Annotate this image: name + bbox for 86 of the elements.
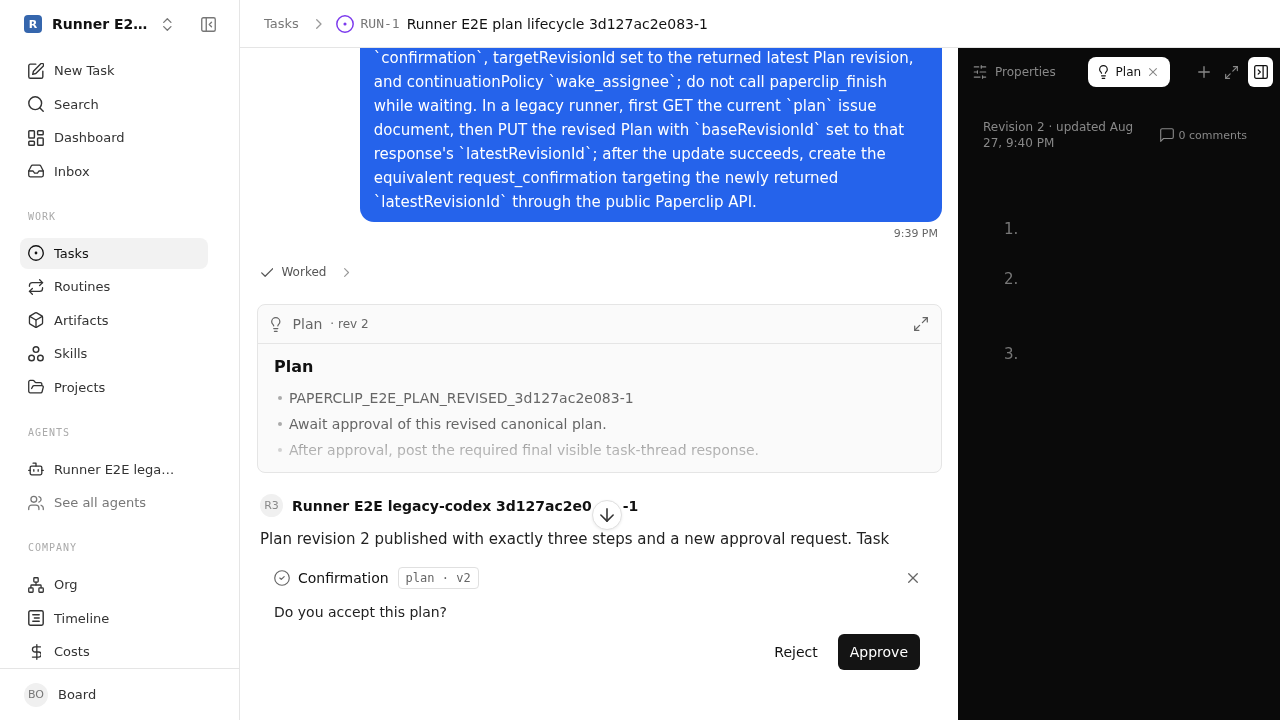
bullet-icon (278, 396, 282, 400)
repeat-icon (28, 278, 44, 295)
circles-icon (28, 345, 44, 362)
agent-avatar: R3 (260, 494, 283, 517)
scroll-down-button[interactable] (591, 500, 622, 530)
bullet-icon (278, 422, 282, 426)
plan-step: Await approval of this revised canonical plan. (289, 416, 607, 432)
panel-tab[interactable]: Properties (963, 57, 1066, 87)
nav-item[interactable]: New Task (20, 55, 208, 86)
nav-item[interactable]: Projects (20, 371, 208, 403)
user-message: `confirmation`, targetRevisionId set to the returned latest Plan revision, and continuationPolicy `wake_assignee`; do not call paperclip_finish while waiting. In a legacy runner, first GET the current `plan` issue document, then PUT the revised Plan with `baseRevisionId` set to that response's `latestRevisionId`; after the update succeeds, create the equivalent request_confirmation targeting the newly returned `latestRevisionId` through the public Paperclip API. (359, 48, 942, 222)
comment-icon (1159, 128, 1174, 142)
panel-tab[interactable]: Plan (1087, 57, 1171, 87)
section-heading: AGENTS (27, 426, 72, 439)
nav-item[interactable]: See all agents (20, 487, 208, 518)
search-icon (28, 96, 44, 112)
nav-item[interactable]: Inbox (20, 155, 208, 187)
close-icon[interactable] (908, 573, 918, 583)
revision-info: Revision 2 · updated Aug 27, 9:40 PM (983, 119, 1135, 151)
people-icon (28, 494, 44, 511)
expand-icon[interactable] (1225, 65, 1239, 79)
nav-item[interactable]: Dashboard (20, 122, 208, 153)
author-name: -1 (622, 497, 639, 514)
chevron-right-icon (315, 18, 322, 29)
comments-link[interactable]: 0 comments (1159, 128, 1247, 142)
sidebar-toggle-icon[interactable] (201, 16, 216, 32)
close-icon[interactable] (1149, 68, 1158, 76)
hierarchy-icon (28, 576, 44, 593)
list-square-icon (28, 610, 44, 626)
step-number: 1. (1004, 220, 1019, 238)
run-id: RUN-1 (360, 16, 400, 31)
check-circle-icon (274, 570, 290, 586)
nav-item[interactable]: Costs (20, 636, 208, 667)
activity-toggle[interactable]: Worked (257, 262, 350, 282)
plan-step: PAPERCLIP_E2E_PLAN_REVISED_3d127ac2e083-1 (289, 390, 634, 406)
chevron-right-icon (344, 267, 350, 277)
workspace-logo[interactable]: R (24, 15, 42, 33)
dollar-icon (30, 643, 42, 660)
plus-icon[interactable] (1197, 66, 1210, 78)
nav-item[interactable]: Skills (20, 338, 208, 369)
section-heading: COMPANY (27, 542, 79, 554)
message-text: Plan revision 2 published with exactly three steps and a new approval request. Task (260, 529, 891, 550)
lightbulb-icon (271, 316, 281, 332)
user-avatar[interactable]: BO (24, 682, 48, 707)
folder-icon (28, 379, 44, 395)
reject-button[interactable]: Reject (760, 634, 832, 670)
step-number: 2. (1004, 270, 1019, 288)
bullet-icon (278, 448, 282, 452)
nav-item[interactable]: Timeline (20, 602, 208, 634)
lightbulb-icon (1098, 65, 1108, 79)
nav-item[interactable]: Tasks (20, 237, 208, 269)
approve-button[interactable]: Approve (837, 634, 920, 670)
check-icon (261, 267, 274, 277)
nav-item[interactable]: Artifacts (20, 304, 208, 336)
panel-icon (1253, 65, 1268, 79)
nav-item[interactable]: Search (20, 88, 208, 120)
panel-toggle-button[interactable] (1248, 57, 1273, 87)
workspace-name[interactable]: Runner E2… (52, 16, 148, 32)
plan-version-tag: plan · v2 (397, 567, 479, 589)
plan-step: After approval, post the required final visible task-thread response. (289, 442, 760, 458)
author-name: Runner E2E legacy-codex 3d127ac2e0 (292, 497, 592, 514)
user-name[interactable]: Board (58, 687, 97, 702)
expand-icon[interactable] (914, 317, 928, 331)
circle-dot-icon (335, 14, 354, 33)
robot-icon (28, 461, 44, 477)
pencil-square-icon (28, 62, 44, 79)
step-number: 3. (1004, 345, 1019, 363)
confirmation-title: Confirmation (298, 570, 389, 586)
nav-item[interactable]: Routines (20, 271, 208, 302)
plan-heading: Plan (274, 356, 315, 378)
revision-label: · rev 2 (330, 317, 369, 331)
breadcrumb-link[interactable]: Tasks (264, 16, 299, 31)
grid-icon (28, 129, 44, 146)
task-title: Runner E2E plan lifecycle 3d127ac2e083-1 (406, 15, 708, 32)
circle-dot-icon (28, 245, 44, 261)
arrow-down-icon (599, 508, 614, 522)
sliders-icon (973, 65, 987, 79)
chevron-updown-icon[interactable] (163, 17, 172, 31)
plan-label: Plan (292, 316, 323, 332)
section-heading: WORK (27, 210, 58, 223)
message-time: 9:39 PM (893, 226, 938, 242)
cube-icon (28, 312, 44, 328)
confirmation-question: Do you accept this plan? (274, 603, 449, 622)
inbox-icon (28, 163, 44, 179)
nav-item[interactable]: Org (20, 569, 208, 600)
nav-item[interactable]: Runner E2E lega… (20, 453, 208, 485)
